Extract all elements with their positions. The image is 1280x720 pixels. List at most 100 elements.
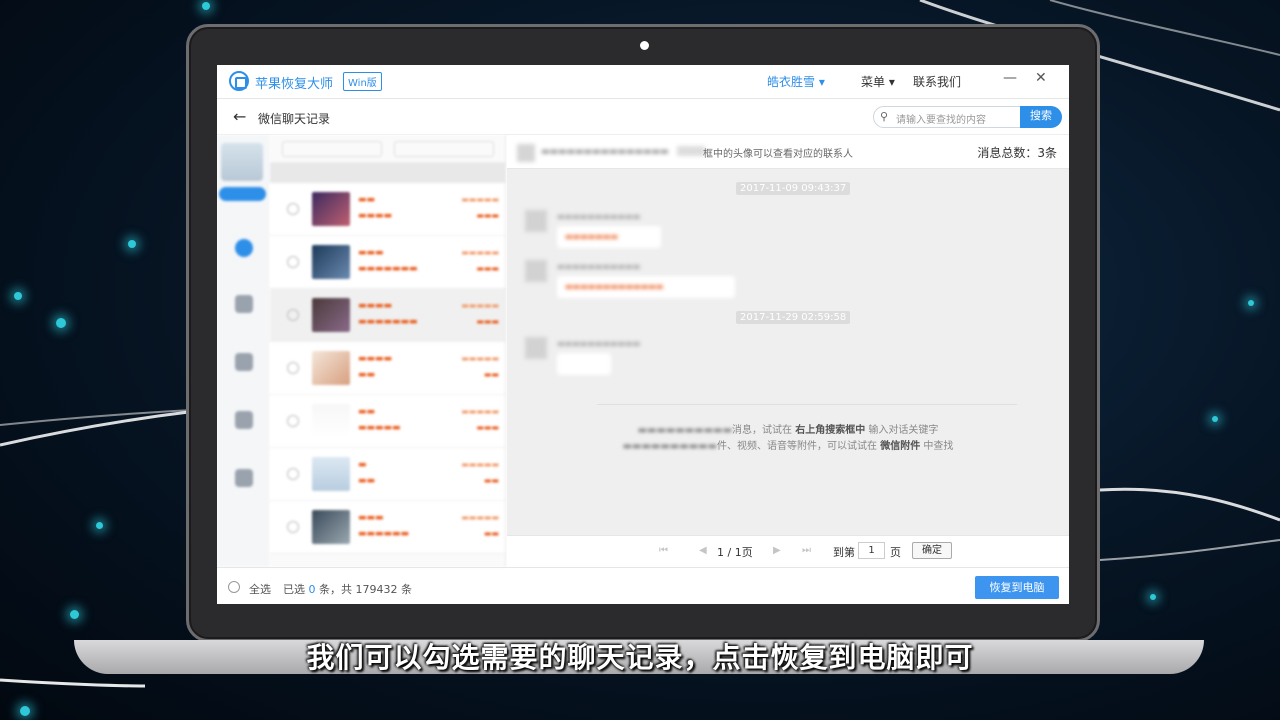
user-menu[interactable]: 皓衣胜雪 ▾ <box>767 73 825 90</box>
row-msg: ▬▬ <box>358 370 376 380</box>
sort-dropdown[interactable] <box>394 141 494 157</box>
search-tip: ▬▬▬▬▬▬▬▬▬▬消息，试试在 右上角搜索框中 输入对话关键字 <box>507 421 1069 436</box>
list-item[interactable]: ▬▬▬▬ ▬▬▬▬▬▬▬ ▬▬▬▬▬ ▬▬▬ <box>270 289 505 342</box>
row-time: ▬▬▬▬▬ <box>461 407 499 416</box>
message-bubble: ▬▬▬▬▬▬▬ <box>557 226 661 248</box>
message-timestamp: 2017-11-09 09:43:37 <box>736 182 851 195</box>
next-page-icon[interactable]: ▶ <box>773 545 781 556</box>
avatar <box>312 404 350 438</box>
row-msg: ▬▬▬▬▬ <box>358 423 401 433</box>
message: ▬▬▬▬▬▬▬▬▬▬▬ ▬▬▬▬▬▬▬ <box>525 210 775 254</box>
group-icon <box>234 353 253 371</box>
page-title: 微信聊天记录 <box>258 112 331 126</box>
page-unit: 页 <box>890 546 901 559</box>
selection-summary: 已选 0 条，共 179432 条 <box>283 581 412 597</box>
avatar <box>312 192 350 226</box>
row-checkbox[interactable] <box>287 203 299 215</box>
row-time: ▬▬▬▬▬ <box>461 248 499 257</box>
avatar <box>312 298 350 332</box>
row-time: ▬▬▬▬▬ <box>461 301 499 310</box>
nav-item-strangers[interactable] <box>217 469 270 491</box>
tip-text: 中查找 <box>923 441 954 452</box>
nav-item-all-chats[interactable] <box>217 239 270 261</box>
row-checkbox[interactable] <box>287 415 299 427</box>
glow-dot <box>1150 594 1156 600</box>
row-name: ▬▬▬ <box>358 513 384 523</box>
row-count: ▬▬▬ <box>476 211 499 220</box>
avatar <box>312 510 350 544</box>
row-name: ▬▬ <box>358 407 376 417</box>
glow-dot <box>1212 416 1218 422</box>
tip-text: 输入对话关键字 <box>868 425 939 436</box>
select-all-label[interactable]: 全选 <box>249 581 271 597</box>
select-all-checkbox[interactable] <box>228 581 240 593</box>
list-item[interactable]: ▬▬ ▬▬▬▬▬ ▬▬▬▬▬ ▬▬▬ <box>270 395 505 448</box>
message-sender: ▬▬▬▬▬▬▬▬▬▬▬ <box>557 339 641 348</box>
content-area: ▬▬ ▬▬▬▬ ▬▬▬▬▬ ▬▬▬ ▬▬▬ ▬▬▬▬▬▬▬ ▬▬▬▬▬ ▬▬▬ … <box>217 135 1069 567</box>
search-icon: ⚲ <box>880 110 889 123</box>
avatar <box>525 260 547 282</box>
title-bar: 苹果恢复大师 Win版 皓衣胜雪 ▾ 菜单 ▾ 联系我们 — ✕ <box>217 65 1069 99</box>
nav-item-official-accounts[interactable] <box>217 411 270 433</box>
row-time: ▬▬▬▬▬ <box>461 354 499 363</box>
avatar <box>312 245 350 279</box>
contact-us-link[interactable]: 联系我们 <box>913 73 961 90</box>
list-item[interactable]: ▬▬▬▬ ▬▬ ▬▬▬▬▬ ▬▬ <box>270 342 505 395</box>
tip-text: 消息，试试在 <box>732 425 793 436</box>
back-arrow-icon[interactable]: ← <box>233 107 246 126</box>
close-button[interactable]: ✕ <box>1035 70 1047 86</box>
account-badge <box>219 187 266 201</box>
first-page-icon[interactable]: ⏮ <box>659 545 668 556</box>
row-checkbox[interactable] <box>287 309 299 321</box>
tip-blurred-text: ▬▬▬▬▬▬▬▬▬▬ <box>637 425 733 436</box>
glow-dot <box>128 240 136 248</box>
list-item[interactable]: ▬▬ ▬▬▬▬ ▬▬▬▬▬ ▬▬▬ <box>270 183 505 236</box>
person-outline-icon <box>234 469 253 487</box>
header-hint: 框中的头像可以查看对应的联系人 <box>703 149 853 160</box>
main-menu[interactable]: 菜单 ▾ <box>861 73 895 90</box>
tip-emphasis: 右上角搜索框中 <box>795 425 866 436</box>
person-icon <box>234 295 253 313</box>
filter-row <box>270 135 505 163</box>
grid-icon <box>234 411 253 429</box>
account-avatar <box>221 143 263 181</box>
row-msg: ▬▬▬▬▬▬▬ <box>358 264 418 274</box>
glow-dot <box>1248 300 1254 306</box>
row-checkbox[interactable] <box>287 362 299 374</box>
message-timestamp: 2017-11-29 02:59:58 <box>736 311 851 324</box>
edition-badge: Win版 <box>343 72 382 91</box>
recover-to-computer-button[interactable]: 恢复到电脑 <box>975 576 1059 599</box>
divider <box>597 404 1017 405</box>
row-name: ▬▬▬▬ <box>358 301 393 311</box>
row-time: ▬▬▬▬▬ <box>461 513 499 522</box>
row-checkbox[interactable] <box>287 256 299 268</box>
nav-item-groups[interactable] <box>217 353 270 375</box>
side-nav <box>217 135 270 567</box>
minimize-button[interactable]: — <box>1003 70 1017 86</box>
contact-id: ▬▬▬▬▬▬▬▬▬▬▬▬▬▬▬ <box>541 147 669 157</box>
list-item[interactable]: ▬▬▬ ▬▬▬▬▬▬▬ ▬▬▬▬▬ ▬▬▬ <box>270 236 505 289</box>
row-checkbox[interactable] <box>287 468 299 480</box>
message-bubble: ▬▬▬▬▬▬▬▬▬▬▬▬▬ <box>557 276 735 298</box>
search-input[interactable]: ⚲ 请输入要查找的内容 <box>873 106 1021 128</box>
prev-page-icon[interactable]: ◀ <box>699 545 707 556</box>
nav-item-friends[interactable] <box>217 295 270 317</box>
message-bubble <box>557 353 611 375</box>
row-name: ▬ <box>358 460 367 470</box>
last-page-icon[interactable]: ⏭ <box>802 545 811 556</box>
confirm-button[interactable]: 确定 <box>912 542 952 559</box>
message: ▬▬▬▬▬▬▬▬▬▬▬ ▬▬▬▬▬▬▬▬▬▬▬▬▬ <box>525 260 775 304</box>
hint-blur <box>677 146 705 156</box>
search-button[interactable]: 搜索 <box>1020 106 1062 128</box>
glow-dot <box>20 706 30 716</box>
row-name: ▬▬▬▬ <box>358 354 393 364</box>
avatar <box>517 144 535 162</box>
row-checkbox[interactable] <box>287 521 299 533</box>
row-msg: ▬▬ <box>358 476 376 486</box>
list-item[interactable]: ▬ ▬▬ ▬▬▬▬▬ ▬▬ <box>270 448 505 501</box>
filter-dropdown[interactable] <box>282 141 382 157</box>
page-number-input[interactable]: 1 <box>858 542 885 559</box>
row-name: ▬▬▬ <box>358 248 384 258</box>
list-item[interactable]: ▬▬▬ ▬▬▬▬▬▬ ▬▬▬▬▬ ▬▬ <box>270 501 505 554</box>
row-count: ▬▬ <box>483 529 499 538</box>
